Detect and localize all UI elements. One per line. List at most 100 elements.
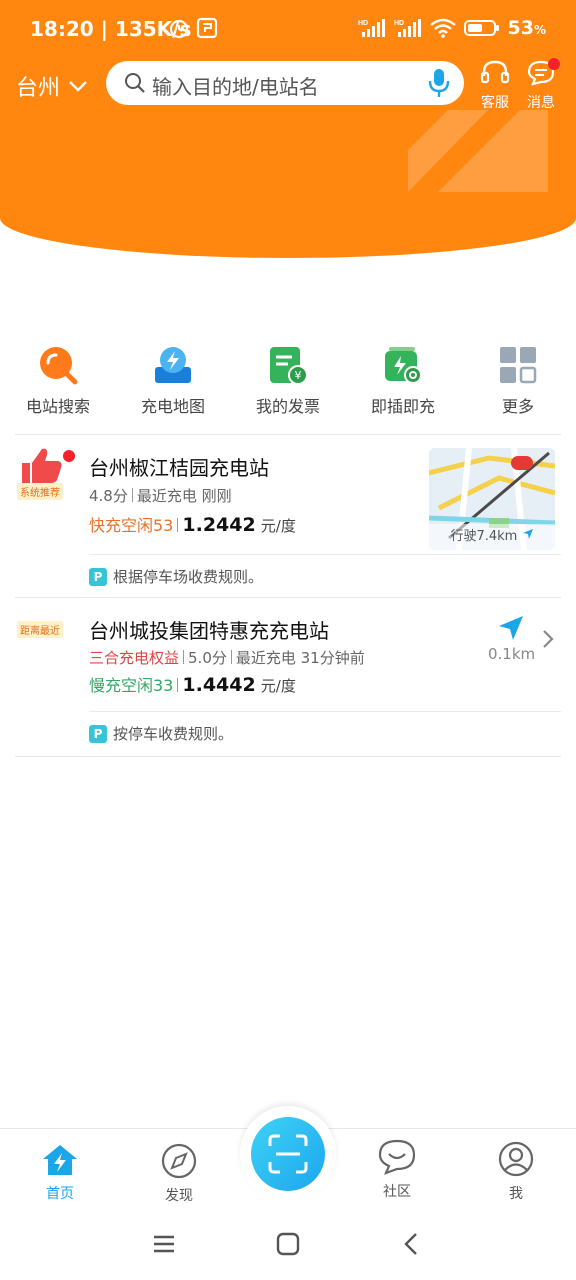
compass-icon: [161, 1143, 197, 1179]
quick-charge-map[interactable]: 充电地图: [115, 345, 231, 417]
svg-text:HD: HD: [358, 20, 368, 27]
meta-sep: [183, 650, 185, 664]
chevron-down-icon: [69, 81, 87, 92]
station-name: 台州城投集团特惠充充电站: [89, 619, 329, 643]
search-input[interactable]: 输入目的地/电站名: [152, 71, 319, 100]
recent-apps-icon[interactable]: [152, 1232, 176, 1256]
system-nav-bar: [0, 1220, 576, 1280]
home-system-icon[interactable]: [276, 1232, 300, 1256]
battery-level: 53%: [508, 17, 546, 39]
app-notify-icon: [196, 17, 218, 39]
messages-label: 消息: [527, 95, 555, 111]
search-bar[interactable]: 输入目的地/电站名: [106, 61, 464, 105]
nav-home-label: 首页: [46, 1186, 74, 1202]
search-icon: [125, 73, 145, 93]
nav-community[interactable]: 社区: [357, 1139, 437, 1201]
wifi-icon: [429, 18, 456, 38]
status-right: HD HD 53%: [358, 17, 546, 39]
station-meta: 三合充电权益 5.0分 最近充电 31分钟前: [89, 647, 365, 668]
parking-rule: P 根据停车场收费规则。: [89, 566, 263, 587]
price-sep: [177, 678, 179, 692]
chevron-right-icon[interactable]: [542, 629, 554, 649]
banner-decoration: [408, 110, 548, 192]
station-name: 台州椒江桔园充电站: [89, 456, 269, 480]
quick-label: 充电地图: [140, 397, 205, 416]
battery-unit: %: [533, 23, 546, 37]
card-divider: [15, 756, 561, 757]
card-inner-divider: [89, 711, 561, 712]
station-meta: 4.8分 最近充电 刚刚: [89, 485, 232, 506]
price-unit: 元/度: [260, 517, 296, 535]
nav-discover-label: 发现: [165, 1188, 193, 1204]
chat-bubble-icon: [378, 1139, 416, 1175]
station-distance: 0.1km: [488, 645, 536, 663]
signal-icon: HD: [358, 19, 385, 37]
customer-service-button[interactable]: 客服: [472, 60, 518, 112]
station-rating: 4.8分: [89, 487, 128, 505]
city-selector[interactable]: 台州: [16, 70, 88, 102]
messages-button[interactable]: 消息: [518, 58, 564, 112]
station-last-charge: 最近充电 刚刚: [136, 487, 232, 505]
meta-sep: [131, 488, 133, 502]
quick-actions: 电站搜索 充电地图 ¥ 我的发票 即插即充 更多: [0, 345, 576, 427]
map-distance: 行驶7.4km: [429, 524, 555, 550]
home-screen: 18:20 | 135K/s HD HD 53% 台州 输入目的地/电站名 客服…: [0, 0, 576, 1280]
home-icon: [43, 1145, 77, 1175]
invoice-icon: ¥: [268, 345, 308, 385]
city-label: 台州: [16, 76, 61, 101]
svg-text:HD: HD: [394, 20, 404, 27]
station-card[interactable]: 距离最近 台州城投集团特惠充充电站 三合充电权益 5.0分 最近充电 31分钟前 慢…: [0, 598, 576, 756]
scan-button[interactable]: [251, 1117, 325, 1191]
svg-text:¥: ¥: [295, 369, 302, 382]
quick-more[interactable]: 更多: [460, 345, 576, 417]
station-price-row: 快充空闲53 1.2442 元/度: [89, 512, 296, 536]
clock: 18:20: [30, 17, 94, 41]
parking-text: 按停车收费规则。: [113, 725, 234, 743]
nav-community-label: 社区: [383, 1184, 411, 1200]
navigate-icon[interactable]: [497, 614, 525, 642]
parking-text: 根据停车场收费规则。: [113, 568, 264, 586]
station-map-thumbnail[interactable]: 行驶7.4km: [429, 448, 555, 550]
station-price: 1.4442: [182, 674, 256, 696]
user-icon: [498, 1141, 534, 1177]
status-bar: 18:20 | 135K/s HD HD 53%: [0, 0, 576, 60]
quick-search-station[interactable]: 电站搜索: [0, 345, 116, 417]
nearest-tag: 距离最近: [17, 621, 63, 638]
status-app-icons: [168, 17, 218, 39]
scan-icon: [268, 1134, 308, 1174]
back-icon[interactable]: [400, 1232, 424, 1256]
nav-me-label: 我: [509, 1186, 523, 1202]
station-rating: 5.0分: [188, 649, 227, 667]
station-price: 1.2442: [182, 514, 256, 536]
nav-discover[interactable]: 发现: [139, 1143, 219, 1205]
battery-icon: [463, 20, 499, 36]
recommend-tag: 系统推荐: [17, 483, 63, 500]
headset-icon: [480, 60, 510, 84]
station-free-count: 快充空闲53: [89, 516, 174, 535]
mic-icon[interactable]: [428, 68, 450, 98]
recommend-dot: [63, 450, 75, 462]
price-sep: [177, 518, 179, 532]
card-inner-divider: [89, 554, 561, 555]
nav-me[interactable]: 我: [476, 1141, 556, 1203]
quick-plug-charge[interactable]: 即插即充: [345, 345, 461, 417]
station-price-row: 慢充空闲33 1.4442 元/度: [89, 672, 296, 696]
quick-label: 即插即充: [370, 397, 435, 416]
quick-label: 我的发票: [255, 397, 320, 416]
station-rights: 三合充电权益: [89, 649, 180, 667]
customer-service-label: 客服: [481, 95, 509, 111]
search-station-icon: [38, 345, 78, 385]
price-unit: 元/度: [260, 677, 296, 695]
parking-icon: P: [89, 724, 107, 743]
signal-2-icon: HD: [394, 19, 421, 37]
quick-invoice[interactable]: ¥ 我的发票: [230, 345, 346, 417]
navigate-small-icon: [522, 529, 533, 539]
quick-label: 更多: [501, 397, 534, 416]
message-unread-dot: [548, 58, 560, 70]
nav-home[interactable]: 首页: [20, 1143, 100, 1203]
station-free-count: 慢充空闲33: [89, 676, 174, 695]
parking-rule: P 按停车收费规则。: [89, 723, 233, 744]
station-last-charge: 最近充电 31分钟前: [235, 649, 365, 667]
alarm-icon: [169, 19, 189, 39]
battery-value: 53: [507, 17, 534, 39]
